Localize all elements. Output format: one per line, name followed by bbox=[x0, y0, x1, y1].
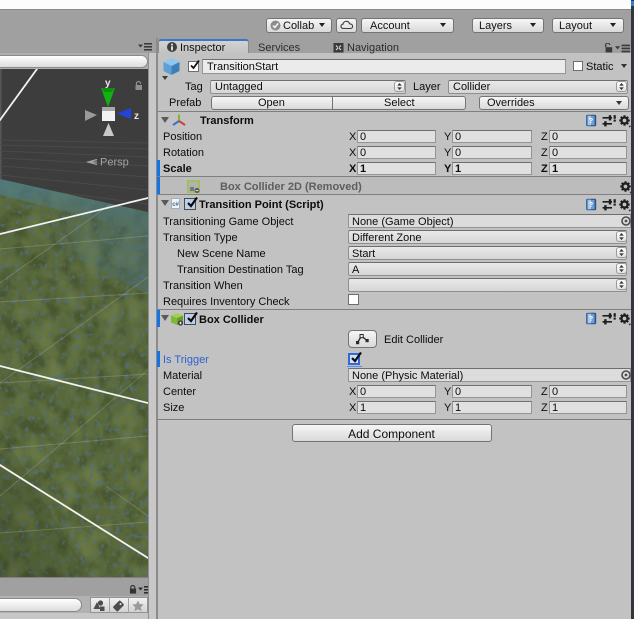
svg-text:?: ? bbox=[589, 314, 594, 323]
svg-text:c#: c# bbox=[172, 202, 179, 208]
svg-text:?: ? bbox=[589, 116, 594, 125]
svg-text:?: ? bbox=[589, 200, 594, 209]
svg-text:z: z bbox=[134, 111, 139, 122]
svg-text:Persp: Persp bbox=[100, 157, 129, 169]
svg-text:y: y bbox=[105, 78, 111, 89]
